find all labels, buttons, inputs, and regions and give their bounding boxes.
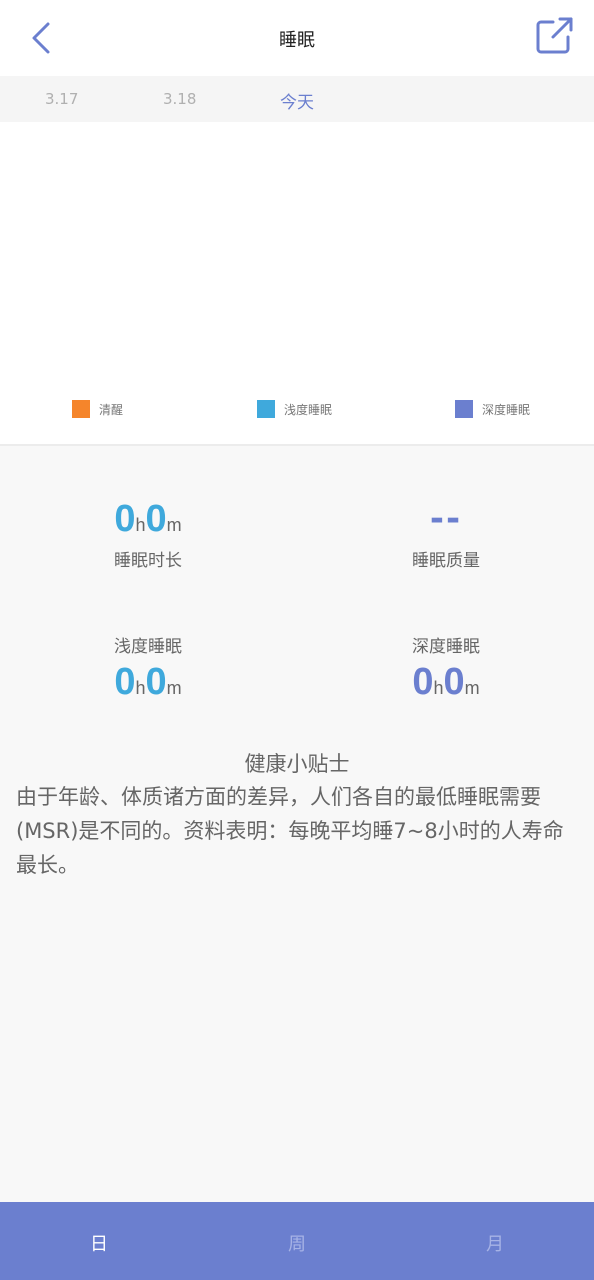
sleep-duration-minutes: 0 [145,498,167,540]
deep-sleep-label: 深度睡眠 [412,637,480,657]
sleep-duration-stat: 0h0m 睡眠时长 [48,500,248,571]
light-sleep-m-unit: m [166,678,182,698]
health-tip-title: 健康小贴士 [244,752,350,776]
legend-swatch-deep [455,400,473,418]
sleep-duration-hours: 0 [114,498,136,540]
sleep-chart: 清醒 浅度睡眠 深度睡眠 [0,122,594,446]
deep-sleep-minutes: 0 [443,661,465,703]
sleep-duration-label: 睡眠时长 [114,551,182,571]
sleep-duration-m-unit: m [166,515,182,535]
date-item-3-18[interactable]: 3.18 [163,90,196,108]
light-sleep-value: 0h0m [48,663,248,701]
health-tip-body: 由于年龄、体质诸方面的差异，人们各自的最低睡眠需要(MSR)是不同的。资料表明：… [16,785,564,877]
legend-label-awake: 清醒 [99,402,124,417]
share-button[interactable] [536,16,574,56]
tab-week[interactable]: 周 [288,1230,306,1256]
app-header: 睡眠 [0,0,594,76]
tab-month[interactable]: 月 [486,1230,504,1256]
legend-label-deep: 深度睡眠 [482,402,531,417]
deep-sleep-stat: 深度睡眠 0h0m [346,632,546,701]
deep-sleep-hours: 0 [412,661,434,703]
date-selector: 3.17 3.18 今天 [0,76,594,122]
sleep-duration-value: 0h0m [48,500,248,538]
light-sleep-stat: 浅度睡眠 0h0m [48,632,248,701]
sleep-quality-stat: -- 睡眠质量 [346,500,546,571]
page-title: 睡眠 [279,30,315,51]
legend-swatch-light [257,400,275,418]
deep-sleep-h-unit: h [433,678,444,698]
tab-day[interactable]: 日 [90,1230,108,1256]
sleep-quality-value: -- [429,499,463,539]
date-item-3-17[interactable]: 3.17 [45,90,78,108]
date-item-today[interactable]: 今天 [280,88,314,113]
sleep-quality-label: 睡眠质量 [412,551,480,571]
legend-awake: 清醒 [72,400,123,418]
external-link-icon [536,17,573,54]
light-sleep-minutes: 0 [145,661,167,703]
legend-deep-sleep: 深度睡眠 [455,400,530,418]
deep-sleep-m-unit: m [464,678,480,698]
sleep-duration-h-unit: h [135,515,146,535]
light-sleep-label: 浅度睡眠 [114,637,182,657]
legend-swatch-awake [72,400,90,418]
light-sleep-hours: 0 [114,661,136,703]
deep-sleep-value: 0h0m [346,663,546,701]
light-sleep-h-unit: h [135,678,146,698]
bottom-tab-bar: 日 周 月 [0,1202,594,1280]
legend-label-light: 浅度睡眠 [284,402,333,417]
legend-light-sleep: 浅度睡眠 [257,400,332,418]
